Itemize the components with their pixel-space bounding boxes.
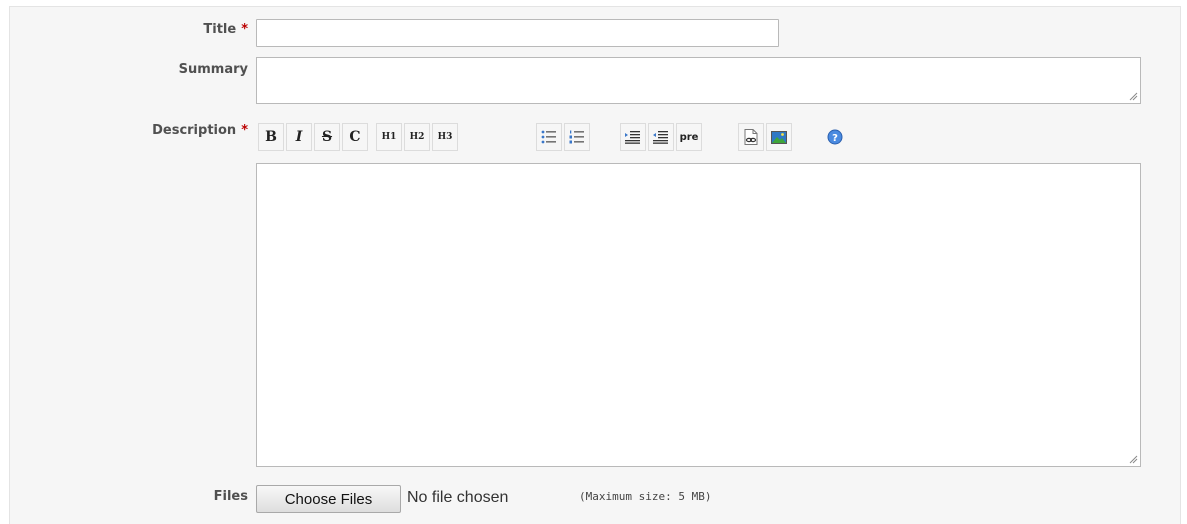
link-icon [744, 129, 758, 145]
ordered-list-icon [569, 130, 584, 144]
summary-textarea[interactable] [256, 57, 1141, 104]
files-label-text: Files [213, 489, 248, 504]
max-size-note: (Maximum size: 5 MB) [579, 490, 712, 503]
bold-button[interactable]: B [258, 123, 284, 151]
summary-label: Summary [179, 62, 248, 77]
description-label-text: Description [152, 123, 237, 138]
help-button[interactable]: ? [822, 123, 848, 151]
image-icon [771, 130, 787, 144]
svg-text:?: ? [832, 133, 838, 144]
preformatted-button[interactable]: pre [676, 123, 702, 151]
bold-icon: B [265, 129, 277, 145]
ordered-list-button[interactable] [564, 123, 590, 151]
italic-icon: I [295, 129, 303, 145]
heading-2-button[interactable]: H2 [404, 123, 430, 151]
strikethrough-button[interactable]: S [314, 123, 340, 151]
pre-icon: pre [679, 131, 699, 143]
h3-icon: H3 [437, 132, 453, 142]
italic-button[interactable]: I [286, 123, 312, 151]
title-label: Title * [203, 22, 248, 37]
heading-1-button[interactable]: H1 [376, 123, 402, 151]
resize-grip-icon[interactable] [1129, 92, 1138, 101]
description-textarea[interactable] [256, 163, 1141, 467]
h1-icon: H1 [381, 132, 397, 142]
strikethrough-icon: S [321, 129, 333, 145]
required-mark: * [241, 123, 248, 138]
description-label: Description * [152, 123, 248, 138]
indent-button[interactable] [620, 123, 646, 151]
title-label-text: Title [203, 22, 237, 37]
h2-icon: H2 [409, 132, 425, 142]
required-mark: * [241, 22, 248, 37]
title-input[interactable] [256, 19, 779, 47]
inline-code-button[interactable]: C [342, 123, 368, 151]
heading-3-button[interactable]: H3 [432, 123, 458, 151]
choose-files-button[interactable]: Choose Files [256, 485, 401, 513]
link-button[interactable] [738, 123, 764, 151]
outdent-button[interactable] [648, 123, 674, 151]
outdent-icon [653, 131, 668, 144]
unordered-list-button[interactable] [536, 123, 562, 151]
unordered-list-icon [541, 130, 556, 144]
files-label: Files [214, 489, 248, 504]
summary-label-text: Summary [178, 62, 248, 77]
file-status-text: No file chosen [407, 489, 509, 506]
code-icon: C [349, 129, 361, 145]
image-button[interactable] [766, 123, 792, 151]
indent-icon [625, 131, 640, 144]
resize-grip-icon[interactable] [1129, 455, 1138, 464]
help-icon: ? [827, 129, 843, 145]
